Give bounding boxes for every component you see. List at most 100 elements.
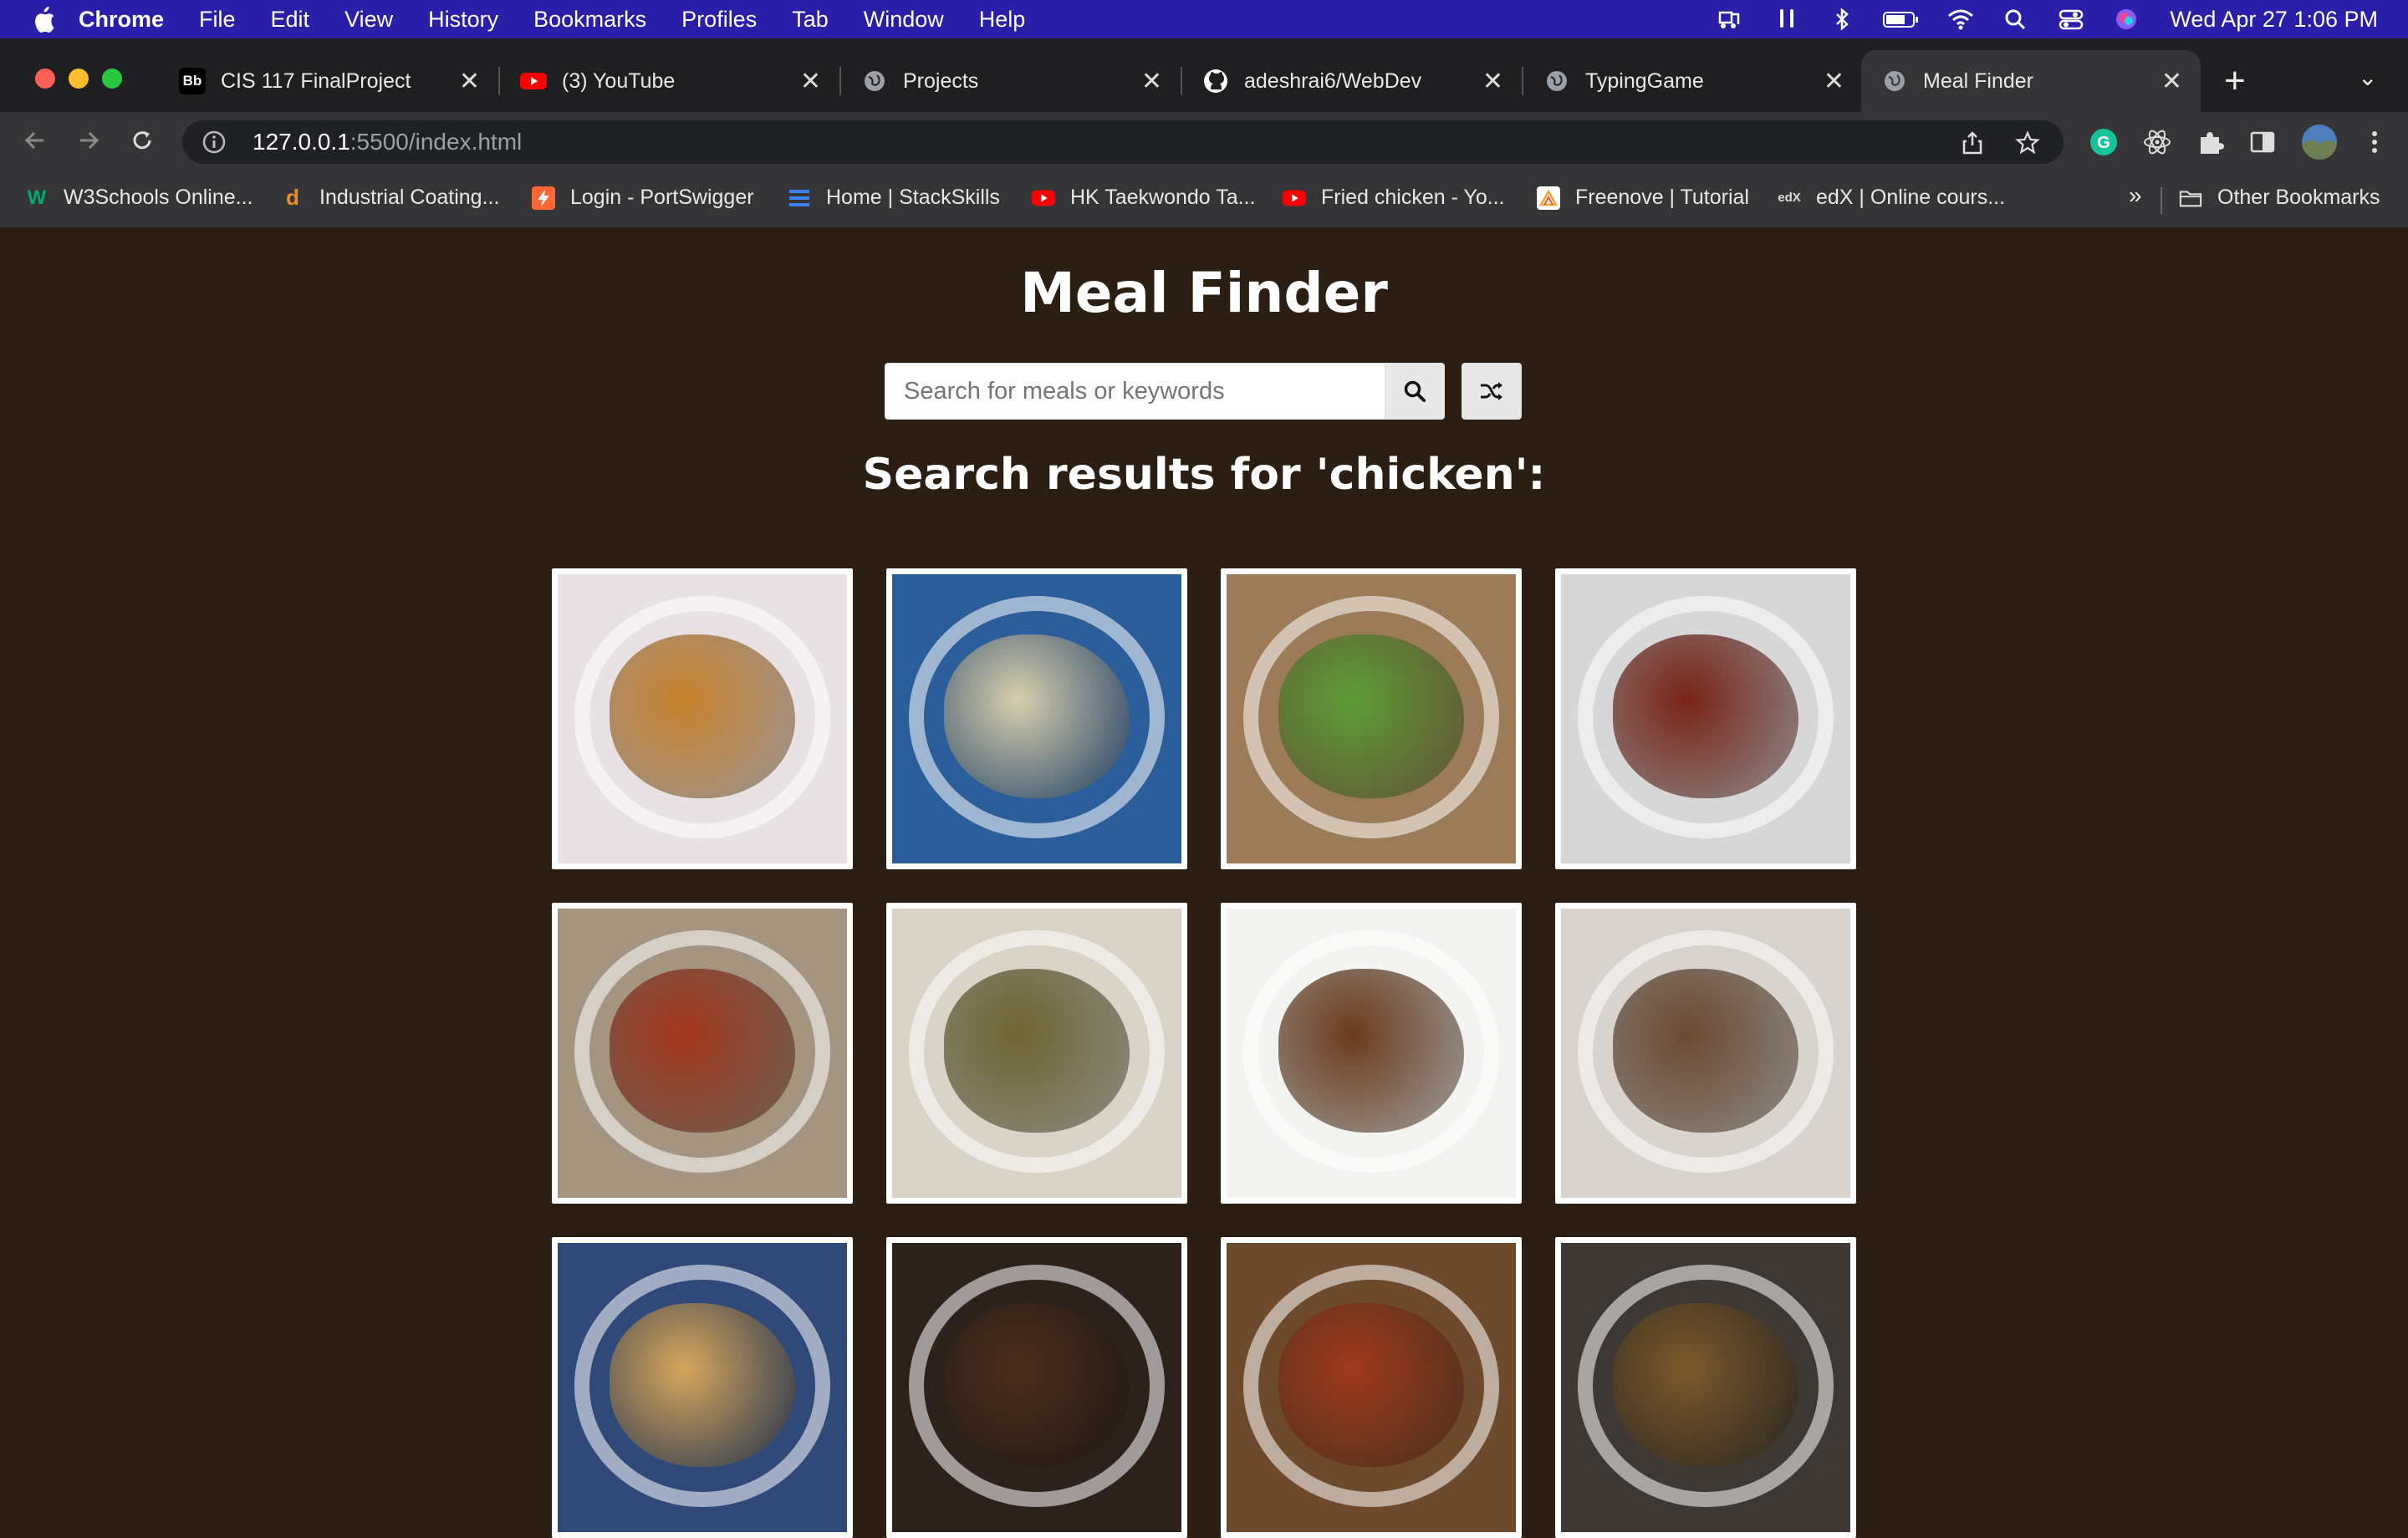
close-tab-icon[interactable]: ✕	[1482, 67, 1503, 96]
browser-toolbar: 127.0.0.1:5500/index.html G	[0, 112, 2408, 172]
meal-card[interactable]	[552, 568, 853, 869]
bluetooth-icon[interactable]	[1827, 8, 1857, 31]
menu-edit[interactable]: Edit	[271, 7, 310, 33]
tab-title: Projects	[903, 69, 979, 93]
bookmark-portswigger[interactable]: Login - PortSwigger	[532, 186, 754, 210]
meal-food-image	[1613, 1303, 1798, 1467]
share-icon[interactable]	[1960, 130, 1985, 155]
meal-card[interactable]	[552, 1237, 853, 1538]
chrome-menu-icon[interactable]	[2360, 127, 2390, 157]
new-tab-button[interactable]: +	[2224, 60, 2246, 102]
bookmark-fried-chicken[interactable]: Fried chicken - Yo...	[1283, 186, 1505, 210]
bookmark-star-icon[interactable]	[2015, 130, 2040, 155]
other-bookmarks-folder[interactable]: Other Bookmarks	[2179, 186, 2380, 210]
react-devtools-icon[interactable]	[2142, 127, 2172, 157]
search-input[interactable]	[885, 363, 1385, 420]
tab-meal-finder[interactable]: Meal Finder ✕	[1861, 50, 2201, 112]
profile-avatar[interactable]	[2301, 124, 2338, 160]
battery-icon[interactable]	[1882, 8, 1921, 31]
bookmark-edx[interactable]: edX edX | Online cours...	[1778, 186, 2005, 210]
edx-icon: edX	[1778, 191, 1801, 205]
side-panel-icon[interactable]	[2247, 127, 2278, 157]
menu-tab[interactable]: Tab	[792, 7, 829, 33]
meal-card[interactable]	[1221, 903, 1522, 1204]
bookmarks-overflow-chevron[interactable]: »	[2129, 182, 2142, 209]
close-tab-icon[interactable]: ✕	[2161, 67, 2182, 96]
airpods-icon[interactable]	[1772, 8, 1802, 31]
meal-card[interactable]	[886, 568, 1187, 869]
globe-icon	[1881, 68, 1908, 94]
bookmark-stackskills[interactable]: Home | StackSkills	[788, 186, 1000, 210]
meal-food-image	[1278, 634, 1464, 798]
tab-youtube[interactable]: (3) YouTube ✕	[500, 50, 839, 112]
menu-bookmarks[interactable]: Bookmarks	[533, 7, 646, 33]
menubar-clock[interactable]: Wed Apr 27 1:06 PM	[2170, 7, 2378, 33]
address-bar[interactable]: 127.0.0.1:5500/index.html	[182, 120, 2064, 164]
meal-card[interactable]	[1221, 568, 1522, 869]
bookmark-label: Freenove | Tutorial	[1575, 186, 1749, 209]
forklift-icon[interactable]	[1717, 8, 1747, 31]
meal-card[interactable]	[1555, 568, 1856, 869]
bookmark-w3schools[interactable]: W W3Schools Online...	[25, 186, 253, 210]
site-info-icon[interactable]	[201, 129, 227, 155]
zoom-window-button[interactable]	[102, 69, 122, 89]
meal-food-image	[610, 1303, 795, 1467]
meal-card[interactable]	[886, 903, 1187, 1204]
globe-icon	[1543, 68, 1570, 94]
meal-card[interactable]	[886, 1237, 1187, 1538]
extensions-puzzle-icon[interactable]	[2196, 127, 2226, 157]
tab-search-chevron-icon[interactable]: ⌄	[2358, 64, 2377, 91]
grammarly-icon[interactable]: G	[2089, 127, 2119, 157]
back-button[interactable]	[22, 127, 48, 161]
w3schools-icon: W	[27, 186, 47, 209]
siri-icon[interactable]	[2111, 8, 2141, 31]
meal-card[interactable]	[1555, 903, 1856, 1204]
wifi-icon[interactable]	[1946, 8, 1976, 31]
meal-food-image	[610, 634, 795, 798]
bookmark-label: Industrial Coating...	[319, 186, 500, 209]
meal-card[interactable]	[1555, 1237, 1856, 1538]
blackboard-icon: Bb	[179, 68, 206, 94]
tab-typinggame[interactable]: TypingGame ✕	[1523, 50, 1863, 112]
minimize-window-button[interactable]	[69, 69, 89, 89]
spotlight-search-icon[interactable]	[2001, 8, 2031, 31]
menu-file[interactable]: File	[199, 7, 236, 33]
apple-icon[interactable]	[32, 6, 57, 33]
close-tab-icon[interactable]: ✕	[1824, 67, 1844, 96]
close-tab-icon[interactable]: ✕	[459, 67, 480, 96]
tab-cis-117-finalproject[interactable]: Bb CIS 117 FinalProject ✕	[159, 50, 498, 112]
tab-title: (3) YouTube	[562, 69, 676, 93]
svg-text:G: G	[2097, 134, 2110, 152]
forward-button[interactable]	[75, 127, 102, 161]
close-window-button[interactable]	[35, 69, 55, 89]
bookmark-label: HK Taekwondo Ta...	[1070, 186, 1256, 209]
menu-history[interactable]: History	[428, 7, 498, 33]
close-tab-icon[interactable]: ✕	[1141, 67, 1162, 96]
tab-projects[interactable]: Projects ✕	[841, 50, 1181, 112]
url-path: :5500/index.html	[349, 129, 523, 155]
page-title: Meal Finder	[1020, 261, 1388, 325]
menu-help[interactable]: Help	[979, 7, 1026, 33]
menu-view[interactable]: View	[344, 7, 393, 33]
bookmarks-divider	[2161, 187, 2162, 214]
search-button[interactable]	[1385, 363, 1445, 420]
meal-card[interactable]	[1221, 1237, 1522, 1538]
menu-window[interactable]: Window	[864, 7, 944, 33]
meal-card[interactable]	[552, 903, 853, 1204]
bookmark-industrial-coating[interactable]: d Industrial Coating...	[281, 185, 500, 210]
menu-profiles[interactable]: Profiles	[681, 7, 757, 33]
stack-icon	[788, 186, 811, 210]
macos-menubar: Chrome File Edit View History Bookmarks …	[0, 0, 2408, 38]
tab-github-webdev[interactable]: adeshrai6/WebDev ✕	[1182, 50, 1522, 112]
reload-button[interactable]	[129, 127, 156, 161]
bookmark-hk-taekwondo[interactable]: HK Taekwondo Ta...	[1032, 186, 1255, 210]
random-meal-button[interactable]	[1462, 363, 1522, 420]
control-center-icon[interactable]	[2056, 8, 2086, 31]
youtube-icon	[1283, 186, 1306, 210]
bolt-icon	[532, 186, 555, 210]
close-tab-icon[interactable]: ✕	[800, 67, 821, 96]
bookmark-freenove[interactable]: Freenove | Tutorial	[1537, 186, 1749, 210]
menu-app-name[interactable]: Chrome	[79, 7, 164, 33]
youtube-icon	[520, 68, 547, 94]
meal-food-image	[944, 969, 1130, 1133]
